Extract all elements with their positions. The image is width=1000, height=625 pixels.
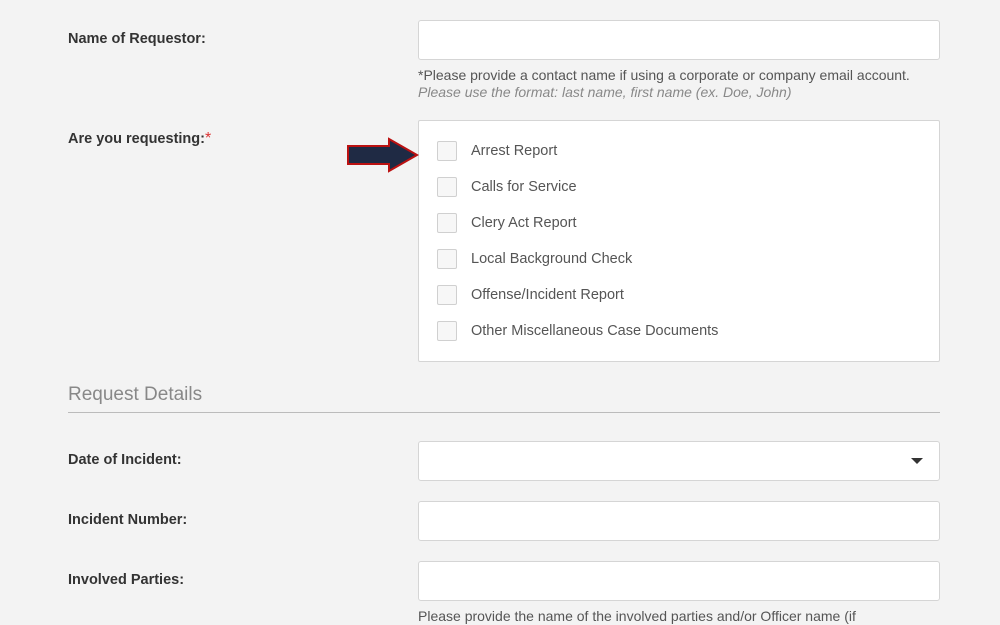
checkbox-row-calls-for-service: Calls for Service (437, 169, 921, 205)
checkbox-label: Arrest Report (471, 143, 557, 159)
required-mark: * (205, 130, 211, 147)
row-date-of-incident: Date of Incident: (68, 441, 940, 481)
checkbox-label: Local Background Check (471, 251, 632, 267)
label-col: Name of Requestor: (68, 20, 418, 48)
input-col: Arrest Report Calls for Service Clery Ac… (418, 120, 940, 362)
checkbox-label: Calls for Service (471, 179, 577, 195)
label-involved-parties: Involved Parties: (68, 572, 184, 588)
row-are-you-requesting: Are you requesting:* Arrest Report Calls… (68, 120, 940, 362)
checkbox-row-clery-act: Clery Act Report (437, 205, 921, 241)
checkbox-group-requesting: Arrest Report Calls for Service Clery Ac… (418, 120, 940, 362)
checkbox-row-local-background: Local Background Check (437, 241, 921, 277)
form-container: Name of Requestor: *Please provide a con… (0, 0, 1000, 625)
help-text-involved: Please provide the name of the involved … (418, 607, 940, 625)
input-col (418, 441, 940, 481)
date-of-incident-select[interactable] (418, 441, 940, 481)
input-col: *Please provide a contact name if using … (418, 20, 940, 100)
label-col: Incident Number: (68, 501, 418, 529)
incident-number-input[interactable] (418, 501, 940, 541)
checkbox-clery-act[interactable] (437, 213, 457, 233)
row-incident-number: Incident Number: (68, 501, 940, 541)
label-col: Involved Parties: (68, 561, 418, 589)
section-heading-request-details: Request Details (68, 384, 940, 406)
label-date-of-incident: Date of Incident: (68, 452, 182, 468)
checkbox-row-offense-incident: Offense/Incident Report (437, 277, 921, 313)
name-of-requestor-input[interactable] (418, 20, 940, 60)
label-incident-number: Incident Number: (68, 512, 187, 528)
input-col (418, 501, 940, 541)
section-divider (68, 412, 940, 413)
row-involved-parties: Involved Parties: Please provide the nam… (68, 561, 940, 625)
involved-parties-input[interactable] (418, 561, 940, 601)
input-col: Please provide the name of the involved … (418, 561, 940, 625)
help-text-name1: *Please provide a contact name if using … (418, 66, 940, 84)
label-are-you-requesting: Are you requesting: (68, 131, 205, 147)
checkbox-calls-for-service[interactable] (437, 177, 457, 197)
checkbox-arrest-report[interactable] (437, 141, 457, 161)
checkbox-label: Other Miscellaneous Case Documents (471, 323, 718, 339)
checkbox-other-misc[interactable] (437, 321, 457, 341)
row-name-of-requestor: Name of Requestor: *Please provide a con… (68, 20, 940, 100)
checkbox-row-arrest-report: Arrest Report (437, 133, 921, 169)
checkbox-offense-incident[interactable] (437, 285, 457, 305)
checkbox-row-other-misc: Other Miscellaneous Case Documents (437, 313, 921, 349)
help-text-name2: Please use the format: last name, first … (418, 84, 940, 100)
checkbox-local-background[interactable] (437, 249, 457, 269)
checkbox-label: Offense/Incident Report (471, 287, 624, 303)
checkbox-label: Clery Act Report (471, 215, 577, 231)
label-col: Are you requesting:* (68, 120, 418, 148)
label-name-of-requestor: Name of Requestor: (68, 31, 206, 47)
caret-down-icon (911, 458, 923, 464)
label-col: Date of Incident: (68, 441, 418, 469)
